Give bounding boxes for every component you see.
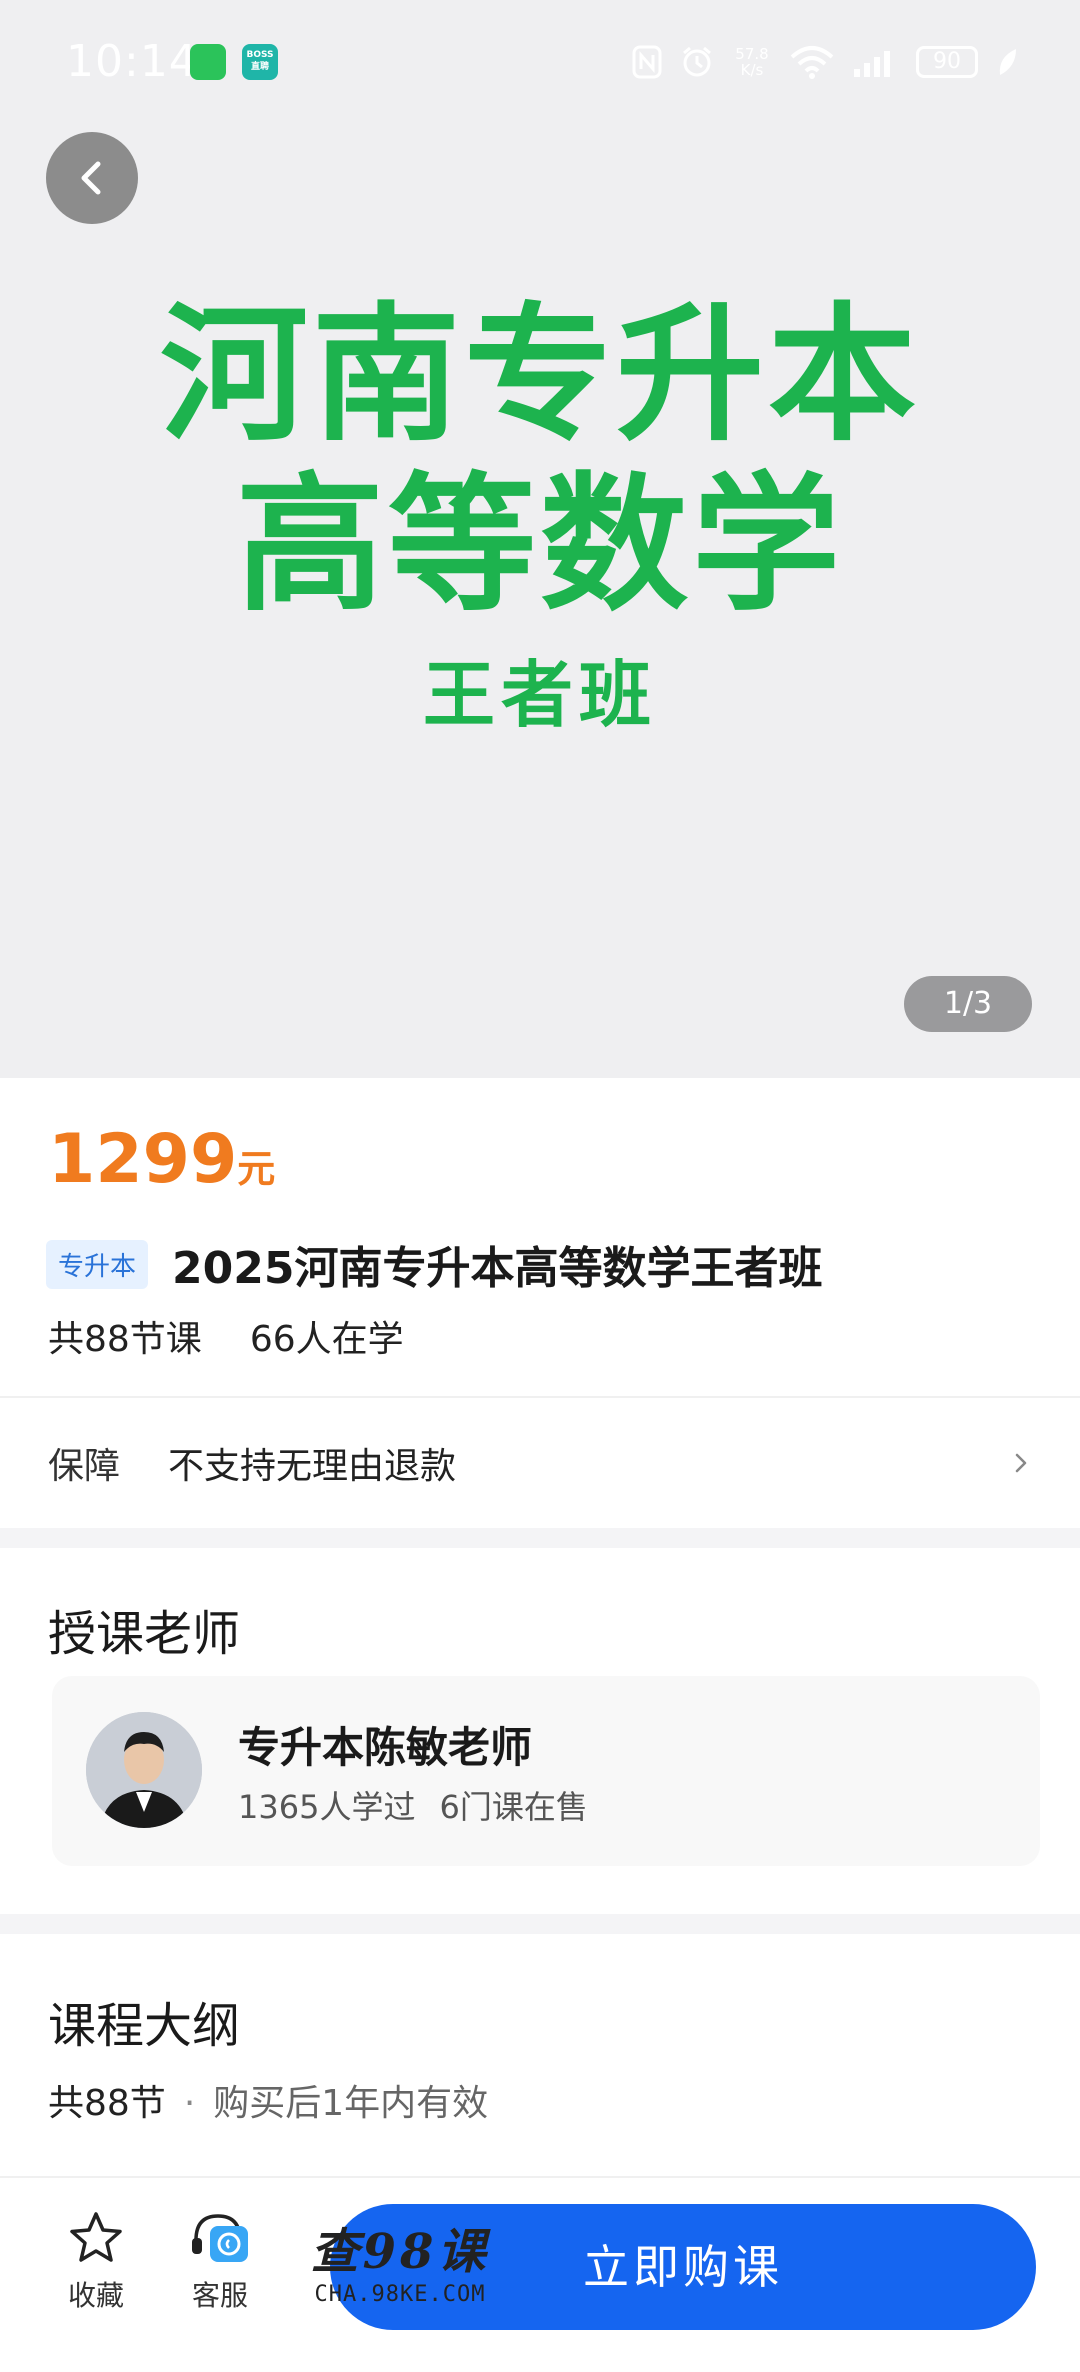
status-bar: 10:14 BOSS直聘 57.8 K/s 90 xyxy=(0,0,1080,124)
lesson-count: 共88节课 xyxy=(48,1319,202,1360)
status-indicators: 57.8 K/s 90 xyxy=(632,42,1018,82)
image-counter: 1/3 xyxy=(904,976,1032,1032)
syllabus-meta: 共88节 · 购买后1年内有效 xyxy=(48,2074,488,2126)
course-title: 2025河南专升本高等数学王者班 xyxy=(172,1243,823,1294)
course-title-row: 专升本 2025河南专升本高等数学王者班 xyxy=(46,1232,822,1296)
cover-banner-text: 河南专升本 高等数学 王者班 xyxy=(0,290,1080,750)
guarantee-row[interactable]: 保障 不支持无理由退款 xyxy=(0,1398,1080,1528)
bottom-action-bar: 收藏 客服 立即购课 查98课 CHA.98KE.COM xyxy=(0,2176,1080,2372)
status-time: 10:14 xyxy=(66,36,198,87)
course-cover-carousel[interactable]: 10:14 BOSS直聘 57.8 K/s 90 河南专升本 高等数学 王者班 … xyxy=(0,0,1080,1078)
course-detail-page: 10:14 BOSS直聘 57.8 K/s 90 河南专升本 高等数学 王者班 … xyxy=(0,0,1080,2372)
network-speed: 57.8 K/s xyxy=(735,45,769,79)
teacher-stats: 1365人学过 6门课在售 xyxy=(238,1782,588,1828)
customer-service-icon xyxy=(192,2214,248,2262)
category-tag: 专升本 xyxy=(46,1239,149,1289)
teacher-card[interactable]: 专升本陈敏老师 1365人学过 6门课在售 xyxy=(52,1676,1040,1866)
alarm-icon xyxy=(683,46,711,77)
course-meta: 共88节课 66人在学 xyxy=(48,1310,404,1362)
watermark: 查98课 CHA.98KE.COM xyxy=(300,2212,500,2307)
guarantee-value: 不支持无理由退款 xyxy=(168,1446,457,1487)
separator-dot: · xyxy=(183,2083,196,2124)
service-label: 客服 xyxy=(191,2279,248,2312)
favorite-button[interactable]: 收藏 xyxy=(46,2210,146,2314)
section-separator xyxy=(0,1914,1080,1934)
price-value: 1299 xyxy=(48,1120,238,1199)
teacher-students: 1365人学过 xyxy=(238,1788,416,1826)
wechat-icon xyxy=(190,44,226,80)
wifi-icon xyxy=(790,46,834,79)
customer-service-button[interactable]: 客服 xyxy=(170,2210,270,2314)
banner-line-3: 王者班 xyxy=(422,653,657,737)
boss-app-icon: BOSS直聘 xyxy=(242,44,278,80)
syllabus-count: 共88节 xyxy=(48,2083,166,2124)
section-separator xyxy=(0,1528,1080,1548)
watermark-main: 查98课 xyxy=(310,2224,490,2280)
leaf-icon xyxy=(999,49,1016,75)
course-price: 1299元 xyxy=(48,1120,275,1199)
banner-line-1: 河南专升本 xyxy=(160,289,920,461)
syllabus-validity: 购买后1年内有效 xyxy=(213,2083,489,2124)
back-button[interactable] xyxy=(46,132,138,224)
signal-icon xyxy=(854,51,890,77)
teacher-courses: 6门课在售 xyxy=(439,1788,588,1826)
avatar-image xyxy=(86,1712,202,1828)
teacher-avatar xyxy=(86,1712,202,1828)
learner-count: 66人在学 xyxy=(249,1319,404,1360)
favorite-star-icon xyxy=(70,2212,122,2262)
battery-indicator: 90 xyxy=(916,46,978,78)
teacher-section-title: 授课老师 xyxy=(48,1606,241,1662)
watermark-sub: CHA.98KE.COM xyxy=(314,2282,486,2307)
teacher-name: 专升本陈敏老师 xyxy=(238,1723,533,1772)
favorite-label: 收藏 xyxy=(67,2279,124,2312)
chevron-right-icon xyxy=(1015,1453,1027,1473)
back-icon xyxy=(81,161,101,195)
guarantee-label: 保障 xyxy=(48,1446,121,1487)
syllabus-section-title: 课程大纲 xyxy=(48,1998,241,2054)
banner-line-2: 高等数学 xyxy=(236,459,844,631)
price-unit: 元 xyxy=(237,1147,276,1191)
nfc-icon xyxy=(632,45,662,79)
